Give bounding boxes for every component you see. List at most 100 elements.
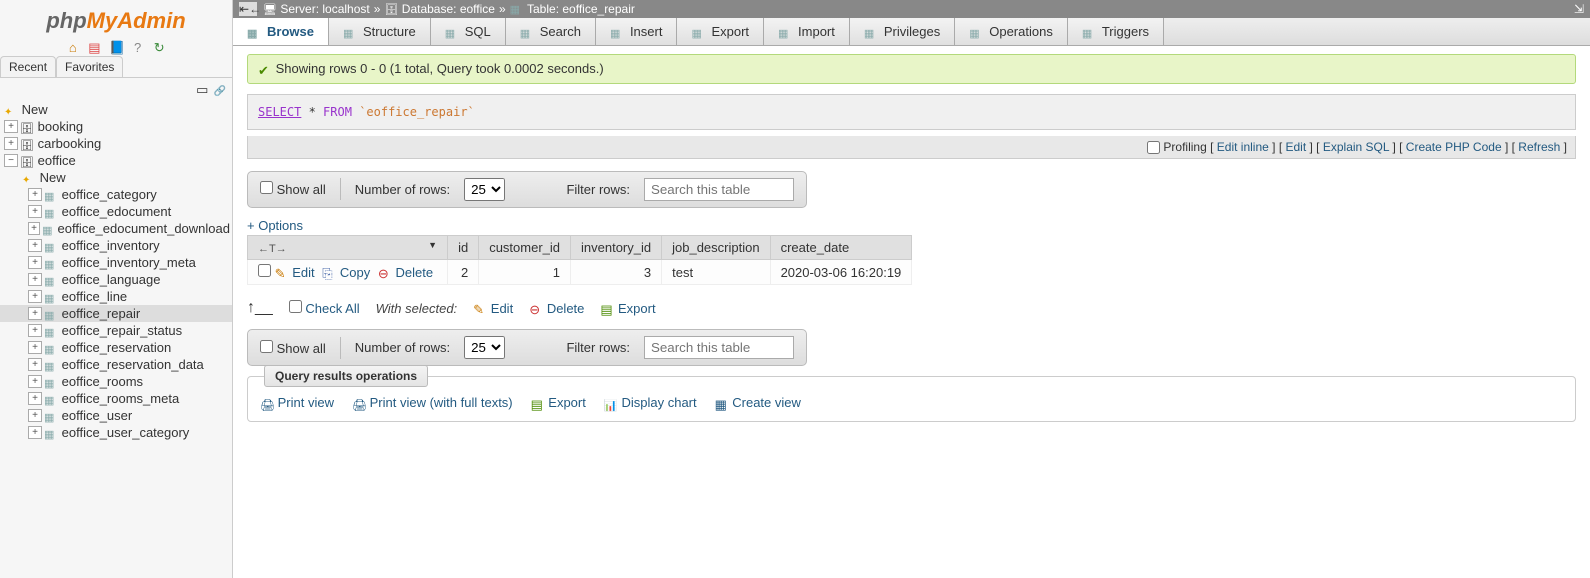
tree-toggle-icon[interactable]: +: [28, 307, 42, 320]
profiling-checkbox[interactable]: [1147, 141, 1160, 154]
tab-insert[interactable]: Insert: [596, 18, 678, 45]
breadcrumb-server[interactable]: localhost: [322, 2, 369, 16]
tab-triggers[interactable]: Triggers: [1068, 18, 1164, 45]
filter-input[interactable]: [644, 178, 794, 201]
tab-operations[interactable]: Operations: [955, 18, 1068, 45]
tree-toggle-icon[interactable]: +: [28, 239, 42, 252]
tab-search[interactable]: Search: [506, 18, 596, 45]
with-selected-bar: ↑__ Check All With selected: Edit Delete…: [247, 295, 1576, 329]
tab-import[interactable]: Import: [764, 18, 850, 45]
print-view-full-link[interactable]: Print view (with full texts): [352, 395, 513, 411]
sql-select-link[interactable]: SELECT: [258, 105, 301, 119]
breadcrumb-table[interactable]: eoffice_repair: [562, 2, 635, 16]
tree-table-eoffice_edocument_download[interactable]: + eoffice_edocument_download: [0, 220, 232, 237]
rows-select-b[interactable]: 25: [464, 336, 505, 359]
filter-input-b[interactable]: [644, 336, 794, 359]
tree-table-eoffice_inventory_meta[interactable]: + eoffice_inventory_meta: [0, 254, 232, 271]
ws-delete-link[interactable]: Delete: [529, 301, 584, 317]
show-all-label[interactable]: Show all: [260, 181, 326, 197]
show-all-checkbox-b[interactable]: [260, 340, 273, 353]
tree-toggle-icon[interactable]: +: [28, 273, 42, 286]
breadcrumb-database[interactable]: eoffice: [460, 2, 495, 16]
tree-table-eoffice_repair[interactable]: + eoffice_repair: [0, 305, 232, 322]
options-toggle[interactable]: + Options: [247, 218, 303, 233]
explain-sql-link[interactable]: Explain SQL: [1323, 140, 1389, 154]
tree-toggle-icon[interactable]: +: [4, 137, 18, 150]
tree-toggle-icon[interactable]: +: [28, 341, 42, 354]
tab-structure[interactable]: Structure: [329, 18, 431, 45]
tree-toggle-icon[interactable]: +: [28, 375, 42, 388]
tree-toggle-icon[interactable]: +: [28, 358, 42, 371]
tree-new[interactable]: New: [0, 101, 232, 118]
tab-privileges[interactable]: Privileges: [850, 18, 955, 45]
col-inventory_id[interactable]: inventory_id: [571, 235, 662, 259]
col-customer_id[interactable]: customer_id: [479, 235, 571, 259]
print-icon: [260, 397, 274, 411]
tab-recent[interactable]: Recent: [0, 56, 56, 77]
row-checkbox[interactable]: [258, 264, 271, 277]
tree-table-eoffice_inventory[interactable]: + eoffice_inventory: [0, 237, 232, 254]
tree-db-booking[interactable]: + booking: [0, 118, 232, 135]
tree-table-eoffice_reservation_data[interactable]: + eoffice_reservation_data: [0, 356, 232, 373]
row-edit-link[interactable]: Edit: [275, 265, 315, 280]
tab-favorites[interactable]: Favorites: [56, 56, 123, 77]
ws-edit-link[interactable]: Edit: [473, 301, 513, 317]
tree-toggle-icon[interactable]: +: [28, 222, 40, 235]
tree-toggle-icon[interactable]: +: [28, 426, 42, 439]
display-chart-link[interactable]: Display chart: [604, 395, 697, 411]
show-all-label-b[interactable]: Show all: [260, 340, 326, 356]
tree-table-eoffice_rooms[interactable]: + eoffice_rooms: [0, 373, 232, 390]
tree-table-eoffice_language[interactable]: + eoffice_language: [0, 271, 232, 288]
profiling-label[interactable]: Profiling: [1163, 140, 1206, 154]
tree-toggle-icon[interactable]: +: [28, 324, 42, 337]
tab-sql[interactable]: SQL: [431, 18, 506, 45]
tree-toggle-icon[interactable]: +: [28, 188, 42, 201]
col-create_date[interactable]: create_date: [770, 235, 912, 259]
tree-toggle-icon[interactable]: +: [4, 120, 18, 133]
edit-inline-link[interactable]: Edit inline: [1217, 140, 1269, 154]
tree-toggle-icon[interactable]: +: [28, 409, 42, 422]
tree-toggle-icon[interactable]: +: [28, 392, 42, 405]
tree-table-eoffice_category[interactable]: + eoffice_category: [0, 186, 232, 203]
check-all-checkbox[interactable]: [289, 300, 302, 313]
tab-export[interactable]: Export: [677, 18, 764, 45]
tab-browse[interactable]: Browse: [233, 18, 329, 45]
tree-table-eoffice_line[interactable]: + eoffice_line: [0, 288, 232, 305]
print-view-link[interactable]: Print view: [260, 395, 334, 411]
tree-table-eoffice_rooms_meta[interactable]: + eoffice_rooms_meta: [0, 390, 232, 407]
ops-export-link[interactable]: Export: [531, 395, 586, 411]
create-php-link[interactable]: Create PHP Code: [1406, 140, 1502, 154]
show-all-checkbox[interactable]: [260, 181, 273, 194]
tree-table-eoffice_user_category[interactable]: + eoffice_user_category: [0, 424, 232, 441]
help-icon[interactable]: [131, 40, 145, 54]
row-copy-link[interactable]: Copy: [322, 265, 370, 280]
tree-toggle-icon[interactable]: +: [28, 256, 42, 269]
home-icon[interactable]: [66, 40, 80, 54]
expand-icon[interactable]: [1574, 2, 1584, 16]
check-all-label[interactable]: Check All: [289, 300, 360, 316]
tree-toggle-icon[interactable]: +: [28, 205, 42, 218]
collapse-nav-button[interactable]: ←: [239, 2, 257, 16]
rows-select[interactable]: 25: [464, 178, 505, 201]
tree-db-carbooking[interactable]: + carbooking: [0, 135, 232, 152]
sql-icon[interactable]: [87, 40, 101, 54]
link-icon[interactable]: [212, 82, 226, 96]
tree-db-eoffice[interactable]: − eoffice: [0, 152, 232, 169]
tree-new-table[interactable]: New: [0, 169, 232, 186]
row-delete-link[interactable]: Delete: [378, 265, 433, 280]
tree-table-eoffice_user[interactable]: + eoffice_user: [0, 407, 232, 424]
ws-export-link[interactable]: Export: [600, 301, 655, 317]
tree-toggle-icon[interactable]: +: [28, 290, 42, 303]
edit-sql-link[interactable]: Edit: [1285, 140, 1306, 154]
tree-toggle-icon[interactable]: −: [4, 154, 18, 167]
tree-table-eoffice_reservation[interactable]: + eoffice_reservation: [0, 339, 232, 356]
col-id[interactable]: id: [448, 235, 479, 259]
docs-icon[interactable]: 📘: [109, 40, 123, 54]
col-job_description[interactable]: job_description: [662, 235, 770, 259]
tree-table-eoffice_edocument[interactable]: + eoffice_edocument: [0, 203, 232, 220]
reload-icon[interactable]: [152, 40, 166, 54]
create-view-link[interactable]: Create view: [715, 395, 801, 411]
refresh-link[interactable]: Refresh: [1518, 140, 1560, 154]
collapse-all-icon[interactable]: ▭: [194, 82, 208, 96]
tree-table-eoffice_repair_status[interactable]: + eoffice_repair_status: [0, 322, 232, 339]
